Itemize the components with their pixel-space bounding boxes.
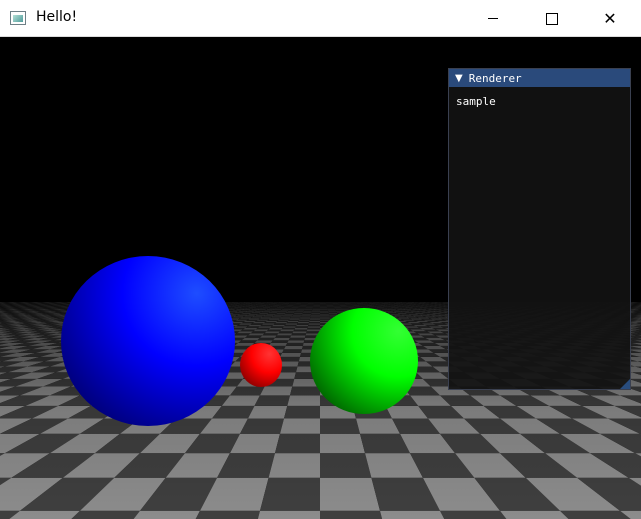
app-icon xyxy=(10,11,26,25)
panel-content-text: sample xyxy=(456,95,496,108)
app-window: Hello! ✕ ▼ Renderer sample xyxy=(0,0,641,519)
maximize-icon xyxy=(546,12,558,25)
render-viewport[interactable]: ▼ Renderer sample xyxy=(0,38,641,519)
collapse-arrow-icon[interactable]: ▼ xyxy=(455,73,463,84)
maximize-button[interactable] xyxy=(529,0,575,37)
close-icon: ✕ xyxy=(603,8,617,28)
resize-grip-icon[interactable] xyxy=(620,379,630,389)
panel-title: Renderer xyxy=(468,71,522,85)
close-button[interactable]: ✕ xyxy=(587,0,633,37)
panel-header[interactable]: ▼ Renderer xyxy=(449,69,630,87)
window-title: Hello! xyxy=(36,9,78,25)
titlebar[interactable]: Hello! ✕ xyxy=(0,0,641,37)
red-sphere xyxy=(240,343,282,387)
green-sphere xyxy=(310,308,418,414)
minimize-button[interactable] xyxy=(470,0,516,37)
blue-sphere xyxy=(61,256,235,426)
minimize-icon xyxy=(488,18,498,19)
renderer-panel[interactable]: ▼ Renderer sample xyxy=(448,68,631,390)
